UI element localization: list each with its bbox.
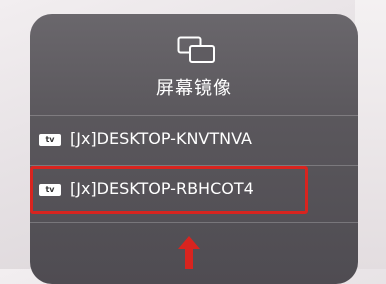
highlight-annotation — [30, 166, 308, 214]
device-name: [Jx]DESKTOP-KNVTNVA — [70, 129, 252, 148]
panel-title: 屏幕镜像 — [156, 78, 232, 99]
background-area — [355, 0, 386, 269]
device-item-knvtnva[interactable]: tv [Jx]DESKTOP-KNVTNVA — [30, 115, 358, 165]
divider — [30, 222, 358, 223]
arrow-up-annotation-icon — [178, 236, 200, 269]
apple-tv-icon: tv — [39, 134, 61, 146]
screen-mirroring-icon — [177, 36, 215, 63]
